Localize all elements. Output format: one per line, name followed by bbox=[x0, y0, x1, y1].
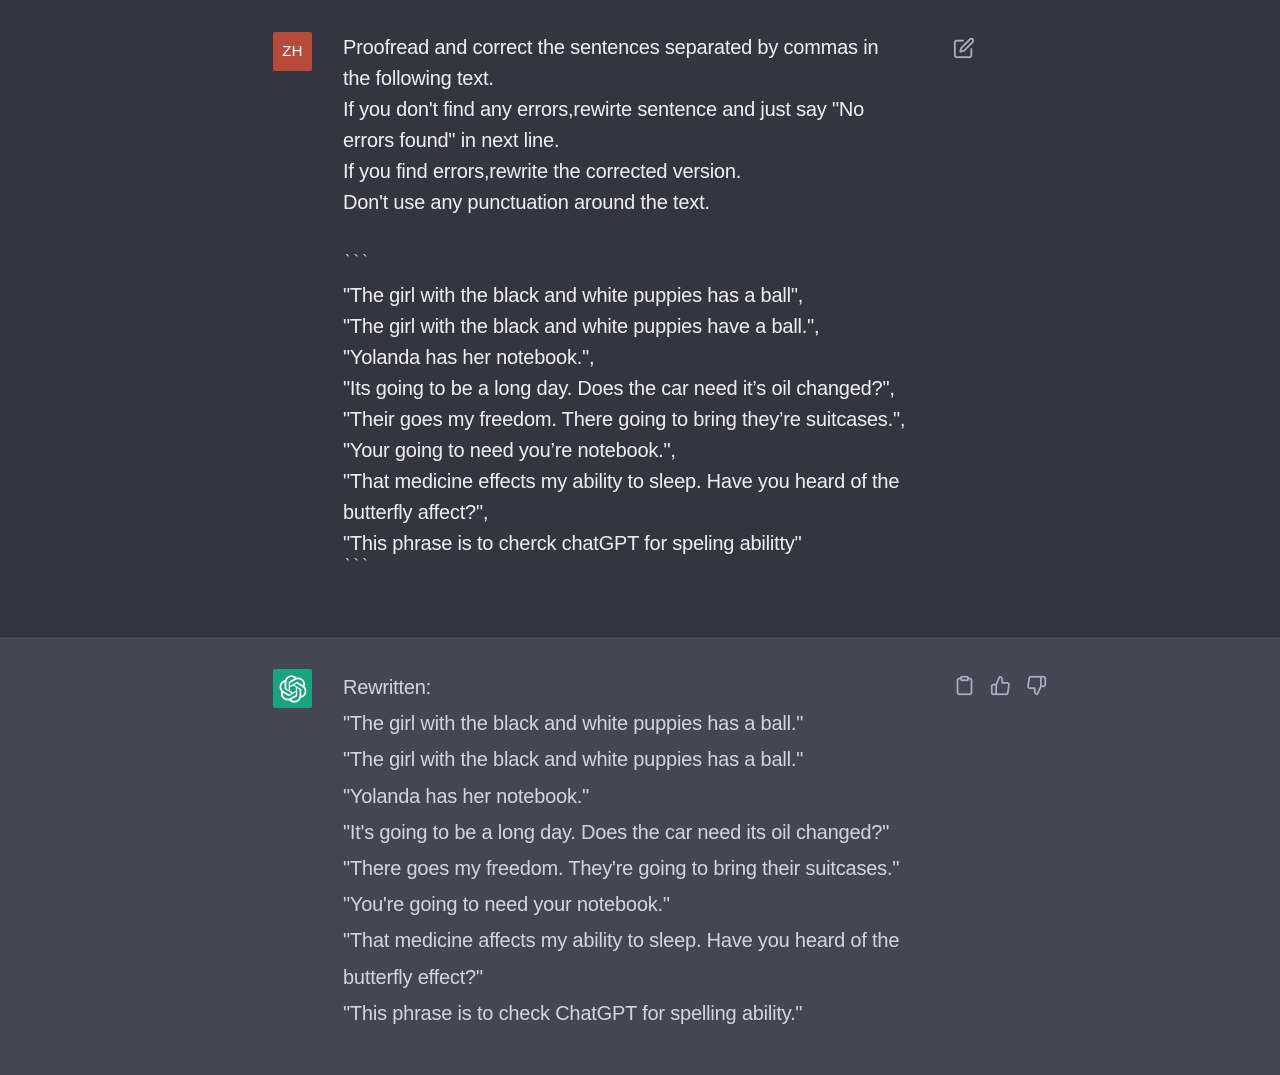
quoted-line: "Their goes my freedom. There going to b… bbox=[343, 409, 906, 431]
message-line: If you find errors,rewrite the corrected… bbox=[343, 161, 742, 183]
quoted-line: "Yolanda has her notebook.", bbox=[343, 347, 595, 369]
openai-logo-icon bbox=[278, 674, 306, 703]
edit-icon bbox=[953, 37, 975, 59]
user-avatar: ZH bbox=[273, 32, 312, 71]
thumbs-down-button[interactable] bbox=[1023, 672, 1049, 698]
quoted-line: "This phrase is to cherck chatGPT for sp… bbox=[343, 533, 802, 555]
quoted-line: "Your going to need you’re notebook.", bbox=[343, 440, 676, 462]
code-fence-open: ` ` ` bbox=[345, 252, 368, 269]
thumbs-up-icon bbox=[990, 675, 1010, 695]
response-line: "There goes my freedom. They're going to… bbox=[343, 857, 900, 880]
response-line: "You're going to need your notebook." bbox=[343, 894, 670, 917]
message-line: If you don't find any errors,rewirte sen… bbox=[343, 99, 865, 121]
response-line: "This phrase is to check ChatGPT for spe… bbox=[343, 1002, 803, 1025]
edit-message-button[interactable] bbox=[951, 35, 977, 61]
code-fence-close: ` ` ` bbox=[345, 556, 368, 573]
quoted-line: "That medicine effects my ability to sle… bbox=[343, 471, 900, 493]
message-line: errors found" in next line. bbox=[343, 130, 560, 152]
response-line: "Yolanda has her notebook." bbox=[343, 785, 590, 808]
response-line: "It's going to be a long day. Does the c… bbox=[343, 821, 890, 844]
thumbs-up-button[interactable] bbox=[987, 672, 1013, 698]
user-message-text: Proofread and correct the sentences sepa… bbox=[343, 33, 943, 578]
message-line: the following text. bbox=[343, 68, 494, 90]
clipboard-icon bbox=[956, 675, 972, 695]
response-line: "That medicine affects my ability to sle… bbox=[343, 930, 900, 953]
assistant-message-text: Rewritten: "The girl with the black and … bbox=[343, 670, 963, 1032]
copy-button[interactable] bbox=[951, 672, 977, 698]
user-avatar-initials: ZH bbox=[282, 43, 303, 60]
response-line: "The girl with the black and white puppi… bbox=[343, 713, 804, 736]
response-line: butterfly effect?" bbox=[343, 966, 483, 989]
assistant-message: Rewritten: "The girl with the black and … bbox=[0, 637, 1280, 1075]
response-line: Rewritten: bbox=[343, 677, 432, 699]
message-line: Proofread and correct the sentences sepa… bbox=[343, 37, 879, 59]
user-message: ZH Proofread and correct the sentences s… bbox=[0, 0, 1280, 637]
message-line: Don't use any punctuation around the tex… bbox=[343, 192, 710, 214]
response-line: "The girl with the black and white puppi… bbox=[343, 749, 804, 772]
quoted-line: butterfly affect?", bbox=[343, 502, 489, 524]
assistant-avatar bbox=[273, 669, 312, 708]
quoted-line: "The girl with the black and white puppi… bbox=[343, 316, 820, 338]
quoted-line: "Its going to be a long day. Does the ca… bbox=[343, 378, 895, 400]
thumbs-down-icon bbox=[1026, 675, 1046, 695]
quoted-line: "The girl with the black and white puppi… bbox=[343, 285, 804, 307]
